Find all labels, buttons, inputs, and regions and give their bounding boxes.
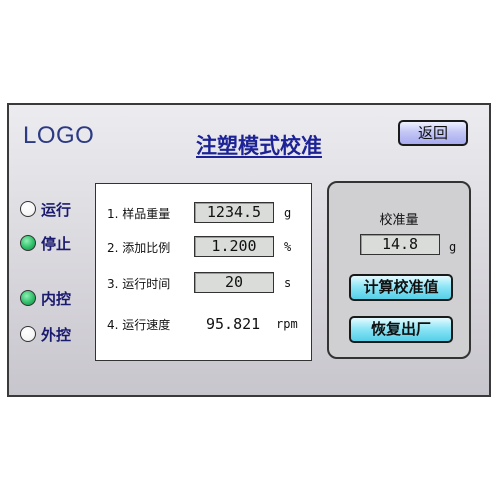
calibration-label: 校准量: [379, 213, 419, 228]
calibration-unit: g: [449, 240, 457, 254]
indicator-external-label: 外控: [41, 325, 72, 344]
logo: LOGO: [23, 122, 95, 149]
add-ratio-field[interactable]: 1.200: [194, 236, 274, 257]
run-speed-unit: rpm: [276, 317, 298, 331]
param-row-sample-weight: 1. 样品重量 1234.5 g: [96, 201, 311, 225]
param-row-run-time: 3. 运行时间 20 s: [96, 271, 311, 295]
parameter-panel: 1. 样品重量 1234.5 g 2. 添加比例 1.200 % 3. 运行时间…: [95, 183, 312, 361]
add-ratio-label: 2. 添加比例: [107, 241, 171, 255]
back-button[interactable]: 返回: [398, 120, 468, 146]
indicator-run[interactable]: 运行: [20, 197, 71, 221]
status-lamp-icon: [20, 326, 36, 342]
indicator-internal-control[interactable]: 内控: [20, 286, 71, 310]
calibration-value-field[interactable]: 14.8: [360, 234, 440, 255]
param-row-run-speed: 4. 运行速度 95.821 rpm: [96, 312, 311, 336]
indicator-stop[interactable]: 停止: [20, 231, 71, 255]
indicator-external-control[interactable]: 外控: [20, 322, 71, 346]
add-ratio-unit: %: [284, 240, 292, 254]
param-row-add-ratio: 2. 添加比例 1.200 %: [96, 235, 311, 259]
run-time-unit: s: [284, 276, 292, 290]
status-lamp-icon: [20, 201, 36, 217]
run-time-field[interactable]: 20: [194, 272, 274, 293]
indicator-internal-label: 内控: [41, 289, 72, 308]
indicator-run-label: 运行: [41, 200, 72, 219]
calibration-panel: 校准量 14.8 g 计算校准值 恢复出厂: [327, 181, 471, 359]
factory-reset-button[interactable]: 恢复出厂: [349, 316, 453, 343]
status-lamp-icon: [20, 235, 36, 251]
run-time-label: 3. 运行时间: [107, 277, 171, 291]
sample-weight-label: 1. 样品重量: [107, 207, 171, 221]
indicator-stop-label: 停止: [41, 234, 72, 253]
calculate-calibration-button[interactable]: 计算校准值: [349, 274, 453, 301]
sample-weight-unit: g: [284, 206, 292, 220]
sample-weight-field[interactable]: 1234.5: [194, 202, 274, 223]
run-speed-label: 4. 运行速度: [107, 318, 171, 332]
page-title: 注塑模式校准: [196, 134, 322, 158]
run-speed-value: 95.821: [206, 315, 261, 333]
status-lamp-icon: [20, 290, 36, 306]
